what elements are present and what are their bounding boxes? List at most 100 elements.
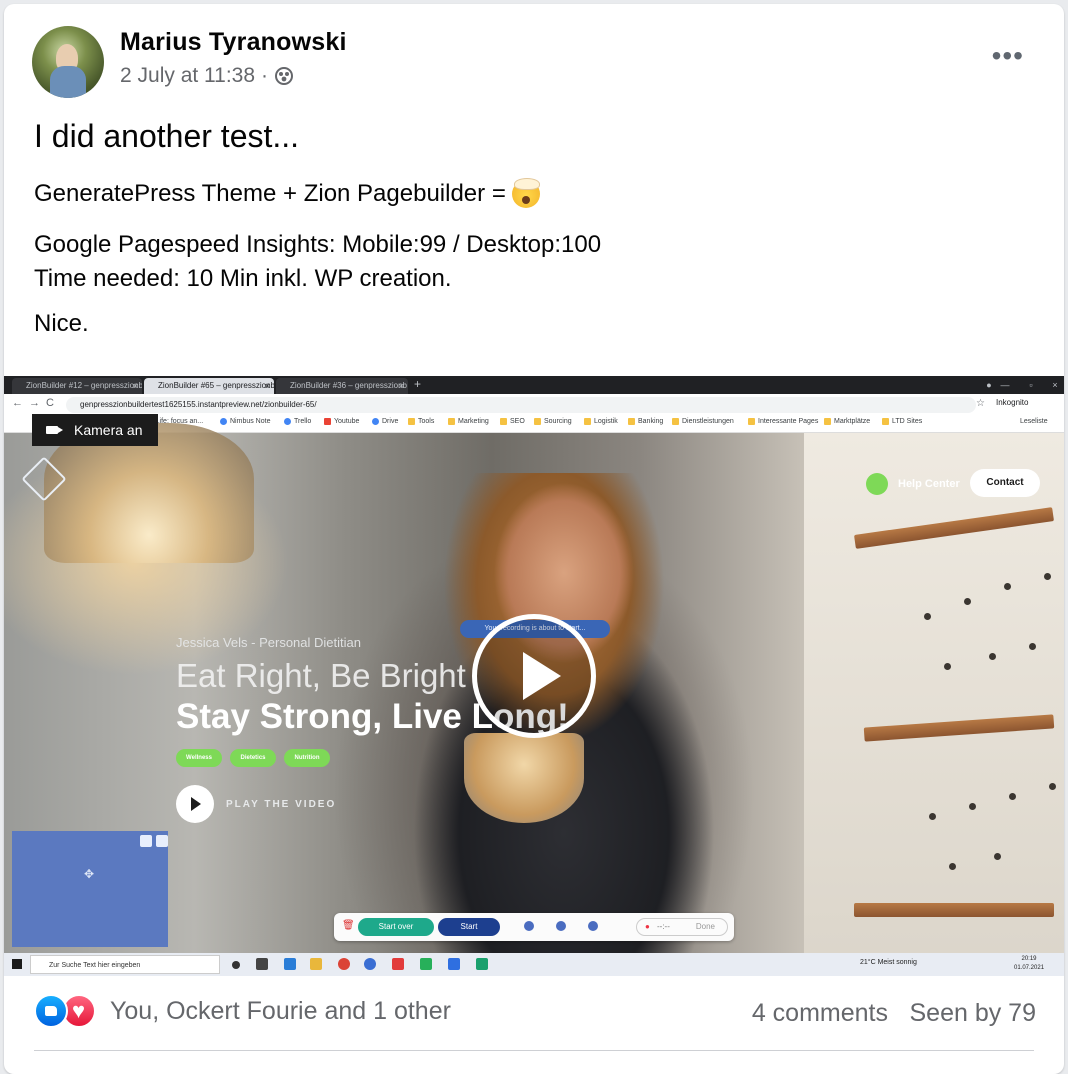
reactions-text[interactable]: You, Ockert Fourie and 1 other	[110, 997, 451, 1026]
move-icon: ✥	[84, 867, 95, 881]
bookmark: Interessante Pages	[748, 418, 818, 425]
help-center-label: Help Center	[898, 478, 960, 490]
author-avatar[interactable]	[32, 26, 104, 98]
camera-toggle: Kamera an	[32, 414, 158, 446]
browser-tab-active: ZionBuilder #65 – genpresszionb ×	[144, 378, 274, 394]
chip: Wellness	[176, 749, 222, 767]
site-play-label: PLAY THE VIDEO	[226, 799, 337, 810]
browser-url: genpresszionbuildertest1625155.instantpr…	[66, 397, 976, 413]
bookmark-label: Sourcing	[544, 418, 572, 425]
post-text-pagespeed: Google Pagespeed Insights: Mobile:99 / D…	[34, 231, 602, 258]
system-tray: 21°C Meist sonnig	[860, 959, 917, 966]
pegboard-hole	[994, 853, 1001, 860]
bookmark-label: Logistik	[594, 418, 618, 425]
new-tab-icon: +	[414, 377, 422, 391]
friends-icon	[275, 67, 294, 85]
start-over-button: Start over	[358, 918, 434, 936]
hero-subtitle: Jessica Vels - Personal Dietitian	[176, 635, 361, 650]
camera-preview: ✥	[12, 831, 168, 947]
salad-bowl-image	[464, 733, 584, 823]
bookmark: Dienstleistungen	[672, 418, 734, 425]
footer-divider	[34, 1050, 1034, 1051]
bookmark-label: Marketing	[458, 418, 489, 425]
chip: Dietetics	[230, 749, 276, 767]
close-icon	[156, 835, 168, 847]
bookmark-label: Trello	[294, 418, 312, 425]
taskbar-search: Zur Suche Text hier eingeben	[30, 955, 220, 974]
taskbar-clock: 20:19 01.07.2021	[1014, 955, 1044, 973]
meta-separator: ·	[261, 64, 269, 87]
task-view-icon	[256, 958, 268, 970]
video-camera-icon	[46, 426, 63, 434]
post-text-line: GeneratePress Theme + Zion Pagebuilder =	[34, 178, 540, 208]
expand-icon	[140, 835, 152, 847]
pegboard-hole	[964, 598, 971, 605]
recorder-toolbar: 🗑 Start over Start ● --:-- Done	[334, 913, 734, 941]
like-reaction-icon	[34, 994, 68, 1028]
pegboard-hole	[944, 663, 951, 670]
browser-nav-icons: ←→C	[12, 397, 60, 409]
star-icon: ☆	[976, 398, 985, 409]
pegboard-hole	[1029, 643, 1036, 650]
bookmark: Trello	[284, 418, 311, 425]
bookmark: Marketing	[448, 418, 489, 425]
chip: Nutrition	[284, 749, 330, 767]
exploding-head-emoji-icon	[511, 178, 540, 208]
post-text-nice: Nice.	[34, 310, 89, 337]
bookmark: Drive	[372, 418, 398, 425]
bookmark: Tools	[408, 418, 434, 425]
bookmark-label: Banking	[638, 418, 664, 425]
webcam-icon	[524, 921, 534, 931]
video-player[interactable]: ZionBuilder #12 – genpresszionb × ZionBui…	[4, 376, 1064, 976]
bookmark-label: LTD Sites	[892, 418, 923, 425]
more-options-button[interactable]: •••	[992, 42, 1024, 70]
reactions-summary[interactable]: You, Ockert Fourie and 1 other	[34, 994, 451, 1028]
seen-by-count[interactable]: Seen by 79	[910, 999, 1037, 1028]
recording-timer: --:--	[657, 922, 670, 931]
avatar-figure-body	[50, 66, 86, 98]
bookmark: Banking	[628, 418, 663, 425]
close-icon: ×	[1052, 380, 1058, 390]
browser-tab: ZionBuilder #12 – genpresszionb ×	[12, 378, 142, 394]
microphone-icon	[556, 921, 566, 931]
post-timestamp[interactable]: 2 July at 11:38	[120, 64, 255, 88]
hero-chips: Wellness Dietetics Nutrition	[176, 749, 330, 767]
browser-tab: ZionBuilder #36 – genpresszionb ×	[276, 378, 408, 394]
app-icon	[420, 958, 432, 970]
chrome-profile-icon	[364, 958, 376, 970]
bookmark: Marktplätze	[824, 418, 870, 425]
post-meta: 2 July at 11:38 ·	[120, 64, 294, 88]
site-play-icon	[176, 785, 214, 823]
post-text-stack: GeneratePress Theme + Zion Pagebuilder =	[34, 180, 506, 207]
bookmark-label: Nimbus Note	[230, 418, 271, 425]
bookmark-label: Leseliste	[1020, 418, 1048, 425]
comments-count[interactable]: 4 comments	[752, 999, 888, 1028]
post-card: Marius Tyranowski 2 July at 11:38 · ••• …	[4, 4, 1064, 1074]
bookmark: Sourcing	[534, 418, 572, 425]
pegboard-hole	[969, 803, 976, 810]
play-video-button[interactable]	[472, 614, 596, 738]
pegboard-hole	[929, 813, 936, 820]
bookmark: SEO	[500, 418, 525, 425]
windows-start-icon	[12, 959, 22, 969]
pegboard-hole	[1044, 573, 1051, 580]
chrome-icon	[338, 958, 350, 970]
tab-label: ZionBuilder #12 – genpresszionb	[26, 381, 142, 390]
bookmark-label: Dienstleistungen	[682, 418, 734, 425]
app-icon	[392, 958, 404, 970]
clock-date: 01.07.2021	[1014, 965, 1045, 971]
trash-icon: 🗑	[342, 920, 355, 931]
bookmark: LTD Sites	[882, 418, 922, 425]
author-name[interactable]: Marius Tyranowski	[120, 28, 347, 57]
record-dot-icon: ●	[645, 922, 650, 931]
hero-headline-1: Eat Right, Be Bright	[176, 657, 466, 694]
pegboard-hole	[924, 613, 931, 620]
incognito-label: Inkognito	[996, 398, 1029, 407]
post-text-title: I did another test...	[34, 118, 300, 154]
done-label: Done	[695, 922, 715, 931]
pegboard-hole	[1009, 793, 1016, 800]
post-text-block: Google Pagespeed Insights: Mobile:99 / D…	[34, 228, 601, 296]
speaker-icon	[588, 921, 598, 931]
shield-icon	[448, 958, 460, 970]
chat-bubble-icon	[866, 473, 888, 495]
